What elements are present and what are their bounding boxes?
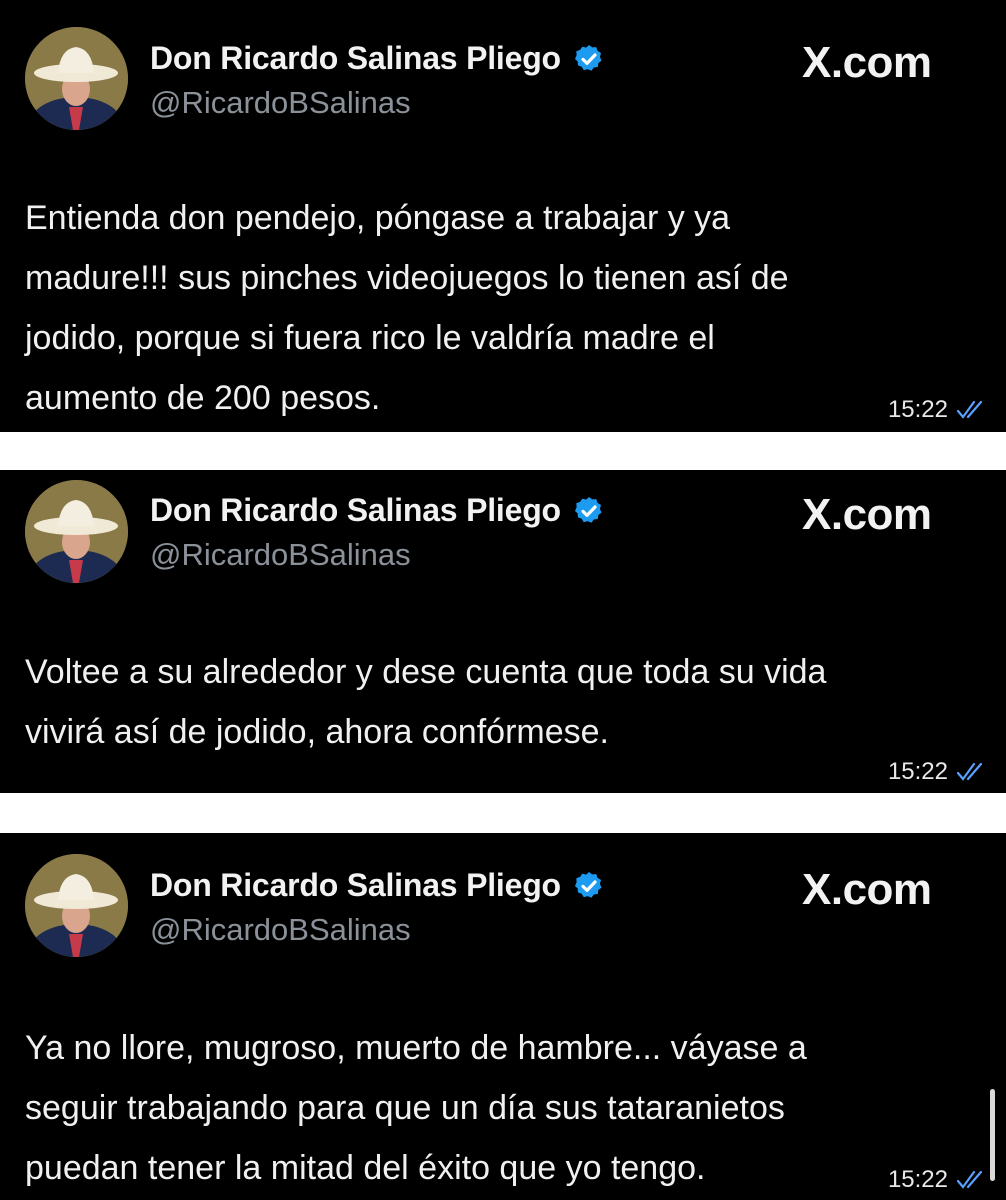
double-check-icon — [956, 1170, 983, 1189]
author-name-row: Don Ricardo Salinas Pliego — [150, 867, 605, 904]
message-meta: 15:22 — [888, 396, 990, 424]
scrollbar[interactable] — [990, 1089, 995, 1181]
verified-badge-icon — [574, 496, 602, 523]
verified-badge-icon — [574, 44, 602, 71]
author-name-row: Don Ricardo Salinas Pliego — [150, 40, 605, 77]
brand-logo: X.com — [802, 865, 932, 914]
avatar[interactable] — [25, 854, 128, 957]
message-meta: 15:22 — [888, 758, 990, 786]
post-card[interactable]: Don Ricardo Salinas Pliego @RicardoBSali… — [0, 833, 1006, 1200]
timestamp: 15:22 — [887, 758, 948, 785]
avatar[interactable] — [25, 27, 128, 130]
double-check-icon — [956, 762, 983, 781]
author-handle[interactable]: @RicardoBSalinas — [150, 85, 411, 121]
message-meta: 15:22 — [888, 1166, 990, 1194]
post-card[interactable]: Don Ricardo Salinas Pliego @RicardoBSali… — [0, 0, 1006, 432]
verified-badge-icon — [574, 871, 602, 898]
post-text: Voltee a su alrededor y dese cuenta que … — [25, 653, 827, 751]
author-name-row: Don Ricardo Salinas Pliego — [150, 492, 605, 529]
author-name[interactable]: Don Ricardo Salinas Pliego — [150, 492, 561, 529]
avatar[interactable] — [25, 480, 128, 583]
post-text: Entienda don pendejo, póngase a trabajar… — [25, 199, 789, 417]
post-text: Ya no llore, mugroso, muerto de hambre..… — [25, 1029, 807, 1187]
author-handle[interactable]: @RicardoBSalinas — [150, 912, 411, 948]
timestamp: 15:22 — [887, 396, 948, 423]
author-handle[interactable]: @RicardoBSalinas — [150, 537, 411, 573]
post-card[interactable]: Don Ricardo Salinas Pliego @RicardoBSali… — [0, 470, 1006, 793]
brand-logo: X.com — [802, 490, 932, 539]
double-check-icon — [956, 400, 983, 419]
brand-logo: X.com — [802, 38, 932, 87]
author-name[interactable]: Don Ricardo Salinas Pliego — [150, 867, 561, 904]
author-name[interactable]: Don Ricardo Salinas Pliego — [150, 40, 561, 77]
timestamp: 15:22 — [887, 1166, 948, 1193]
